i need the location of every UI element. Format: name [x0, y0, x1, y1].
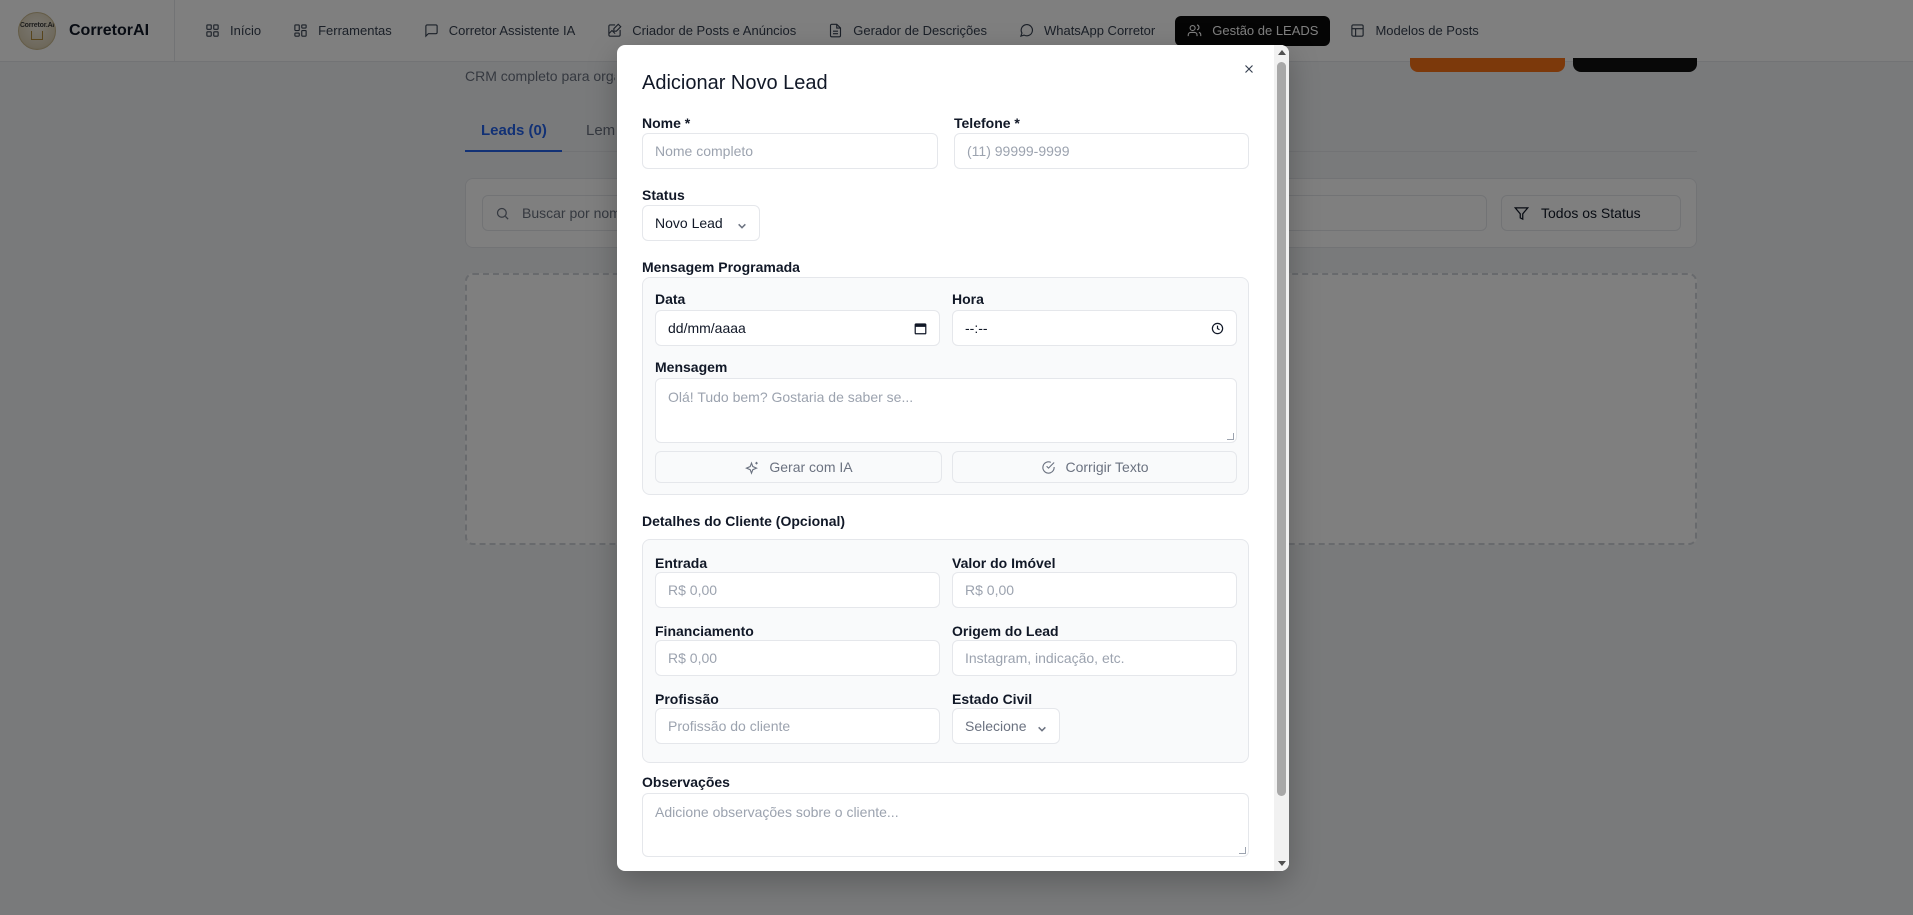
- status-value: Novo Lead: [655, 215, 723, 231]
- telefone-input[interactable]: (11) 99999-9999: [954, 133, 1249, 169]
- close-icon: [1245, 65, 1253, 73]
- mensagem-programada-label: Mensagem Programada: [642, 259, 800, 275]
- close-button[interactable]: [1239, 59, 1259, 79]
- nome-input[interactable]: Nome completo: [642, 133, 938, 169]
- mensagem-textarea[interactable]: Olá! Tudo bem? Gostaria de saber se...: [655, 378, 1237, 443]
- valor-imovel-input[interactable]: R$ 0,00: [952, 572, 1237, 608]
- add-lead-dialog: Adicionar Novo Lead Nome * Nome completo…: [617, 45, 1289, 871]
- observacoes-label: Observações: [642, 774, 730, 790]
- gerar-com-ia-label: Gerar com IA: [769, 459, 853, 475]
- chevron-down-icon: [737, 218, 747, 229]
- financiamento-input[interactable]: R$ 0,00: [655, 640, 940, 676]
- valor-imovel-placeholder: R$ 0,00: [965, 582, 1015, 598]
- origem-lead-input[interactable]: Instagram, indicação, etc.: [952, 640, 1237, 676]
- corrigir-texto-label: Corrigir Texto: [1065, 459, 1149, 475]
- dialog-scrollbar[interactable]: [1274, 45, 1289, 871]
- nome-placeholder: Nome completo: [655, 143, 754, 159]
- estado-civil-label: Estado Civil: [952, 691, 1033, 707]
- mensagem-placeholder: Olá! Tudo bem? Gostaria de saber se...: [668, 389, 914, 405]
- profissao-input[interactable]: Profissão do cliente: [655, 708, 940, 744]
- observacoes-placeholder: Adicione observações sobre o cliente...: [655, 804, 899, 820]
- data-label: Data: [655, 291, 686, 307]
- hora-value: --:--: [965, 320, 988, 336]
- telefone-label: Telefone *: [954, 115, 1020, 131]
- estado-civil-value: Selecione: [965, 718, 1027, 734]
- gerar-com-ia-button[interactable]: Gerar com IA: [655, 451, 942, 483]
- mensagem-label: Mensagem: [655, 359, 728, 375]
- clock-icon[interactable]: [1211, 322, 1224, 335]
- calendar-icon[interactable]: [914, 322, 927, 335]
- estado-civil-select[interactable]: Selecione: [952, 708, 1060, 744]
- status-select[interactable]: Novo Lead: [642, 205, 760, 241]
- scroll-up-arrow-icon[interactable]: [1278, 50, 1286, 55]
- entrada-input[interactable]: R$ 0,00: [655, 572, 940, 608]
- detalhes-cliente-label: Detalhes do Cliente (Opcional): [642, 513, 846, 529]
- status-label: Status: [642, 187, 685, 203]
- data-input[interactable]: dd/mm/aaaa: [655, 310, 940, 346]
- scroll-down-arrow-icon[interactable]: [1278, 861, 1286, 866]
- check-circle-icon: [1041, 460, 1055, 474]
- detalhes-cliente-panel: Entrada R$ 0,00 Valor do Imóvel R$ 0,00 …: [642, 539, 1249, 763]
- telefone-placeholder: (11) 99999-9999: [967, 143, 1070, 159]
- scrollbar-thumb[interactable]: [1277, 62, 1286, 796]
- profissao-label: Profissão: [655, 691, 719, 707]
- entrada-placeholder: R$ 0,00: [668, 582, 718, 598]
- origem-lead-label: Origem do Lead: [952, 623, 1059, 639]
- entrada-label: Entrada: [655, 555, 708, 571]
- resize-handle[interactable]: [1239, 847, 1246, 854]
- dialog-title: Adicionar Novo Lead: [642, 72, 828, 94]
- resize-handle[interactable]: [1227, 433, 1234, 440]
- profissao-placeholder: Profissão do cliente: [668, 718, 791, 734]
- mensagem-programada-panel: Data dd/mm/aaaa Hora --:-- Mensagem Olá!…: [642, 277, 1249, 495]
- nome-label: Nome *: [642, 115, 691, 131]
- sparkles-icon: [745, 461, 759, 475]
- chevron-down-icon: [1037, 721, 1047, 732]
- corrigir-texto-button[interactable]: Corrigir Texto: [952, 451, 1237, 483]
- hora-label: Hora: [952, 291, 984, 307]
- financiamento-placeholder: R$ 0,00: [668, 650, 718, 666]
- observacoes-textarea[interactable]: Adicione observações sobre o cliente...: [642, 793, 1249, 857]
- data-value: dd/mm/aaaa: [668, 320, 746, 336]
- financiamento-label: Financiamento: [655, 623, 754, 639]
- valor-imovel-label: Valor do Imóvel: [952, 555, 1056, 571]
- origem-lead-placeholder: Instagram, indicação, etc.: [965, 650, 1125, 666]
- hora-input[interactable]: --:--: [952, 310, 1237, 346]
